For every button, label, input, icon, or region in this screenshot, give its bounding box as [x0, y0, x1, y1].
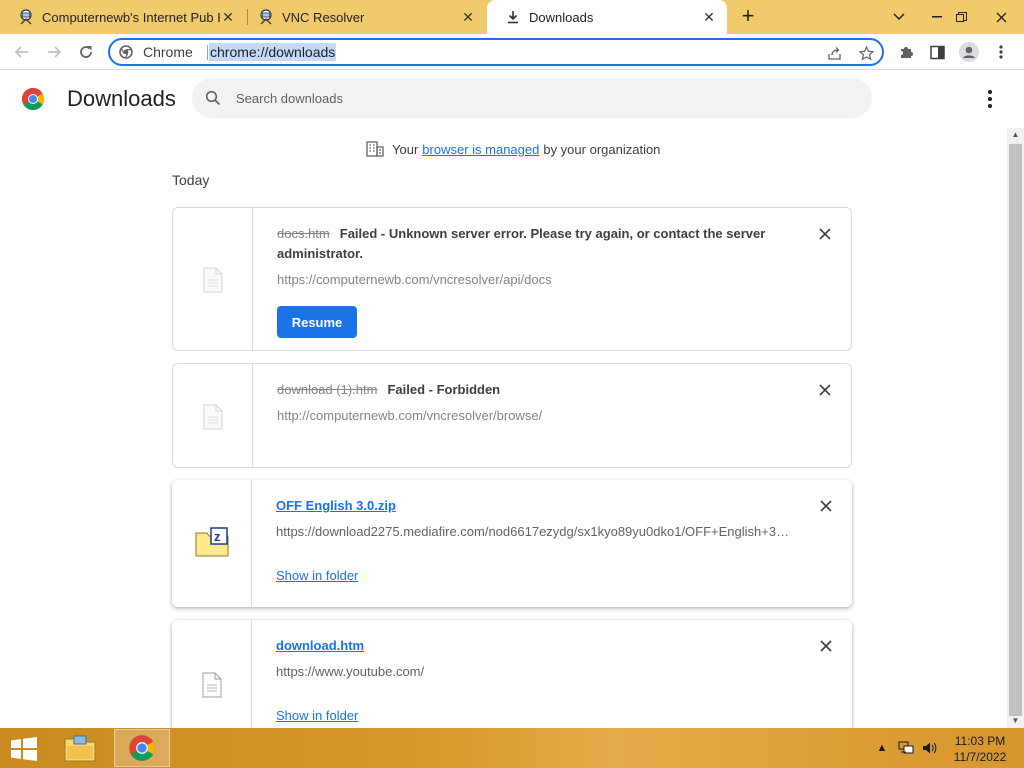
file-icon [202, 672, 222, 698]
chrome-logo-icon [21, 87, 45, 111]
system-clock[interactable]: 11:03 PM 11/7/2022 [950, 733, 1010, 765]
download-url: http://computernewb.com/vncresolver/brow… [277, 408, 543, 423]
page-scrollbar[interactable]: ▲ ▼ [1007, 128, 1024, 728]
managed-suffix: by your organization [543, 141, 661, 157]
show-hidden-icons-icon[interactable]: ▲ [872, 738, 892, 758]
omnibox-divider [207, 45, 208, 60]
tab-strip: Computernewb's Internet Pub Hu ✕ VNC Res… [0, 0, 1024, 34]
close-tab-icon[interactable]: ✕ [701, 9, 717, 25]
extensions-icon[interactable] [895, 41, 917, 63]
scroll-up-arrow-icon[interactable]: ▲ [1007, 128, 1024, 142]
windows-start-icon[interactable] [10, 737, 38, 761]
file-explorer-icon[interactable] [52, 729, 108, 767]
computernewb-icon [18, 9, 34, 25]
managed-prefix: Your [392, 141, 419, 157]
svg-text:z: z [214, 529, 221, 544]
volume-icon[interactable] [920, 738, 940, 758]
address-bar[interactable]: Chrome chrome://downloads [108, 38, 884, 66]
page-title: Downloads [67, 86, 176, 111]
building-icon [366, 141, 384, 157]
remove-download-icon[interactable] [817, 382, 833, 398]
tab-title: Computernewb's Internet Pub Hu [42, 9, 220, 25]
show-in-folder-link[interactable]: Show in folder [276, 708, 358, 723]
file-icon-column: z [172, 480, 252, 607]
file-icon [203, 267, 223, 293]
show-in-folder-link[interactable]: Show in folder [276, 568, 358, 583]
clock-time: 11:03 PM [954, 734, 1006, 748]
tab-computernewb[interactable]: Computernewb's Internet Pub Hu ✕ [0, 0, 246, 34]
search-icon [205, 90, 221, 106]
restore-button[interactable] [944, 0, 978, 34]
search-input[interactable] [236, 88, 836, 108]
search-downloads-bar[interactable] [192, 78, 872, 118]
download-details: OFF English 3.0.zip https://download2275… [276, 496, 792, 542]
resume-button[interactable]: Resume [277, 306, 357, 338]
omnibox-label: Chrome [143, 44, 193, 60]
scroll-down-arrow-icon[interactable]: ▼ [1007, 714, 1024, 728]
computernewb-icon [258, 9, 274, 25]
browser-managed-link[interactable]: browser is managed [422, 142, 539, 157]
new-tab-button[interactable]: + [736, 5, 760, 28]
remove-download-icon[interactable] [818, 498, 834, 514]
file-icon-column [173, 208, 253, 350]
clock-date: 11/7/2022 [953, 750, 1007, 764]
download-details: download.htm https://www.youtube.com/ [276, 636, 792, 682]
close-window-button[interactable] [984, 0, 1018, 34]
close-tab-icon[interactable]: ✕ [220, 9, 236, 25]
chrome-icon [119, 45, 133, 59]
download-filename: docs.htm [277, 226, 330, 241]
download-url: https://download2275.mediafire.com/nod66… [276, 524, 792, 539]
downloads-header: Downloads [0, 70, 1024, 128]
section-date-heading: Today [172, 172, 210, 188]
chrome-taskbar-icon[interactable] [114, 729, 170, 767]
download-filename-link[interactable]: OFF English 3.0.zip [276, 498, 396, 513]
download-filename: download (1).htm [277, 382, 378, 397]
browser-toolbar: Chrome chrome://downloads [0, 34, 1024, 70]
download-filename-link[interactable]: download.htm [276, 638, 364, 653]
tab-downloads[interactable]: Downloads ✕ [487, 0, 727, 34]
download-url: https://www.youtube.com/ [276, 664, 425, 679]
network-icon[interactable] [896, 738, 916, 758]
zip-archive-icon: z [195, 527, 229, 557]
side-panel-icon[interactable] [926, 41, 948, 63]
download-details: download (1).htm Failed - Forbidden http:… [277, 380, 791, 426]
windows-taskbar: ▲ 11:03 PM 11/7/2022 [0, 728, 1024, 768]
forward-button[interactable] [42, 40, 66, 64]
bookmark-star-icon[interactable] [856, 43, 876, 63]
download-url: https://computernewb.com/vncresolver/api… [277, 272, 552, 287]
tab-title: VNC Resolver [282, 9, 365, 25]
tab-vnc-resolver[interactable]: VNC Resolver ✕ [240, 0, 486, 34]
scroll-thumb[interactable] [1009, 144, 1022, 716]
omnibox-url[interactable]: chrome://downloads [209, 43, 337, 61]
download-details: docs.htm Failed - Unknown server error. P… [277, 224, 791, 290]
profile-avatar-icon[interactable] [958, 41, 980, 63]
remove-download-icon[interactable] [817, 226, 833, 242]
remove-download-icon[interactable] [818, 638, 834, 654]
download-status: Failed - Unknown server error. Please tr… [277, 226, 766, 261]
reload-button[interactable] [74, 40, 98, 64]
download-item: download (1).htm Failed - Forbidden http:… [172, 363, 852, 468]
chrome-menu-icon[interactable] [990, 41, 1012, 63]
close-tab-icon[interactable]: ✕ [460, 9, 476, 25]
download-item: z OFF English 3.0.zip https://download22… [172, 480, 852, 607]
share-icon[interactable] [824, 43, 844, 63]
more-actions-icon[interactable] [980, 88, 1000, 110]
back-button[interactable] [10, 40, 34, 64]
download-status: Failed - Forbidden [387, 382, 501, 397]
download-icon [505, 9, 521, 25]
file-icon-column [173, 364, 253, 467]
managed-notice: Your browser is managed by your organiza… [366, 140, 660, 158]
tab-search-icon[interactable] [882, 0, 916, 34]
tab-title: Downloads [529, 9, 594, 25]
download-item: docs.htm Failed - Unknown server error. P… [172, 207, 852, 351]
file-icon [203, 404, 223, 430]
